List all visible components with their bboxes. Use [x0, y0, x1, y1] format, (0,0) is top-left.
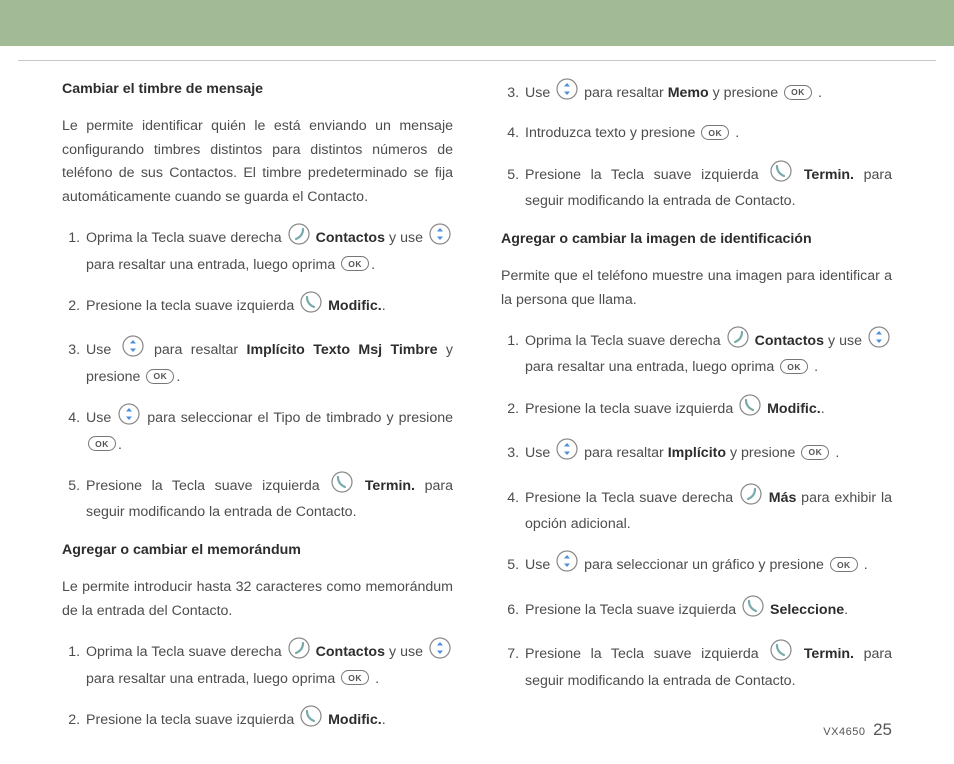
- list-item: Use para seleccionar un gráfico y presio…: [523, 550, 892, 580]
- instruction-list: Oprima la Tecla suave derecha Contactos …: [62, 637, 453, 735]
- ok-key-icon: OK: [784, 85, 812, 100]
- list-item: Oprima la Tecla suave derecha Contactos …: [523, 326, 892, 380]
- list-item: Oprima la Tecla suave derecha Contactos …: [84, 223, 453, 277]
- content-columns: Cambiar el timbre de mensaje Le permite …: [62, 78, 892, 712]
- page-number: 25: [873, 720, 892, 739]
- list-item: Presione la Tecla suave izquierda Termin…: [84, 471, 453, 525]
- nav-updown-icon: [556, 550, 578, 580]
- list-item: Presione la Tecla suave izquierda Termin…: [523, 160, 892, 214]
- nav-updown-icon: [429, 637, 451, 667]
- ok-key-icon: OK: [341, 670, 369, 685]
- nav-updown-icon: [556, 78, 578, 108]
- ok-key-icon: OK: [780, 359, 808, 374]
- ok-key-icon: OK: [88, 436, 116, 451]
- instruction-list: Oprima la Tecla suave derecha Contactos …: [62, 223, 453, 525]
- instruction-list: Use para resaltar Memo y presione OK . I…: [501, 78, 892, 214]
- page-footer: VX4650 25: [823, 720, 892, 740]
- list-item: Presione la tecla suave izquierda Modifi…: [523, 394, 892, 424]
- section-heading: Agregar o cambiar el memorándum: [62, 539, 453, 562]
- horizontal-rule: [18, 60, 936, 61]
- header-band: [0, 0, 954, 46]
- list-item: Presione la Tecla suave izquierda Selecc…: [523, 595, 892, 625]
- nav-updown-icon: [868, 326, 890, 356]
- softkey-left-icon: [770, 160, 792, 190]
- manual-page: Cambiar el timbre de mensaje Le permite …: [0, 0, 954, 764]
- nav-updown-icon: [118, 403, 140, 433]
- nav-updown-icon: [122, 335, 144, 365]
- softkey-left-icon: [742, 595, 764, 625]
- list-item: Presione la tecla suave izquierda Modifi…: [84, 705, 453, 735]
- softkey-left-icon: [739, 394, 761, 424]
- column-left: Cambiar el timbre de mensaje Le permite …: [62, 78, 453, 712]
- softkey-left-icon: [300, 291, 322, 321]
- softkey-left-icon: [331, 471, 353, 501]
- ok-key-icon: OK: [146, 369, 174, 384]
- nav-updown-icon: [556, 438, 578, 468]
- list-item: Presione la tecla suave izquierda Modifi…: [84, 291, 453, 321]
- section-intro: Permite que el teléfono muestre una imag…: [501, 265, 892, 312]
- list-item: Oprima la Tecla suave derecha Contactos …: [84, 637, 453, 691]
- nav-updown-icon: [429, 223, 451, 253]
- model-number: VX4650: [823, 726, 865, 738]
- section-heading: Agregar o cambiar la imagen de identific…: [501, 228, 892, 251]
- section-heading: Cambiar el timbre de mensaje: [62, 78, 453, 101]
- ok-key-icon: OK: [801, 445, 829, 460]
- softkey-right-icon: [288, 223, 310, 253]
- section-intro: Le permite introducir hasta 32 caractere…: [62, 576, 453, 623]
- instruction-list: Oprima la Tecla suave derecha Contactos …: [501, 326, 892, 693]
- list-item: Use para resaltar Memo y presione OK .: [523, 78, 892, 108]
- softkey-left-icon: [300, 705, 322, 735]
- list-item: Use para resaltar Implícito Texto Msj Ti…: [84, 335, 453, 389]
- list-item: Use para resaltar Implícito y presione O…: [523, 438, 892, 468]
- softkey-right-icon: [740, 483, 762, 513]
- softkey-right-icon: [288, 637, 310, 667]
- ok-key-icon: OK: [830, 557, 858, 572]
- softkey-right-icon: [727, 326, 749, 356]
- ok-key-icon: OK: [341, 256, 369, 271]
- list-item: Use para seleccionar el Tipo de timbrado…: [84, 403, 453, 457]
- list-item: Presione la Tecla suave izquierda Termin…: [523, 639, 892, 693]
- list-item: Introduzca texto y presione OK .: [523, 122, 892, 145]
- section-intro: Le permite identificar quién le está env…: [62, 115, 453, 209]
- softkey-left-icon: [770, 639, 792, 669]
- ok-key-icon: OK: [701, 125, 729, 140]
- list-item: Presione la Tecla suave derecha Más para…: [523, 483, 892, 537]
- column-right: Use para resaltar Memo y presione OK . I…: [501, 78, 892, 712]
